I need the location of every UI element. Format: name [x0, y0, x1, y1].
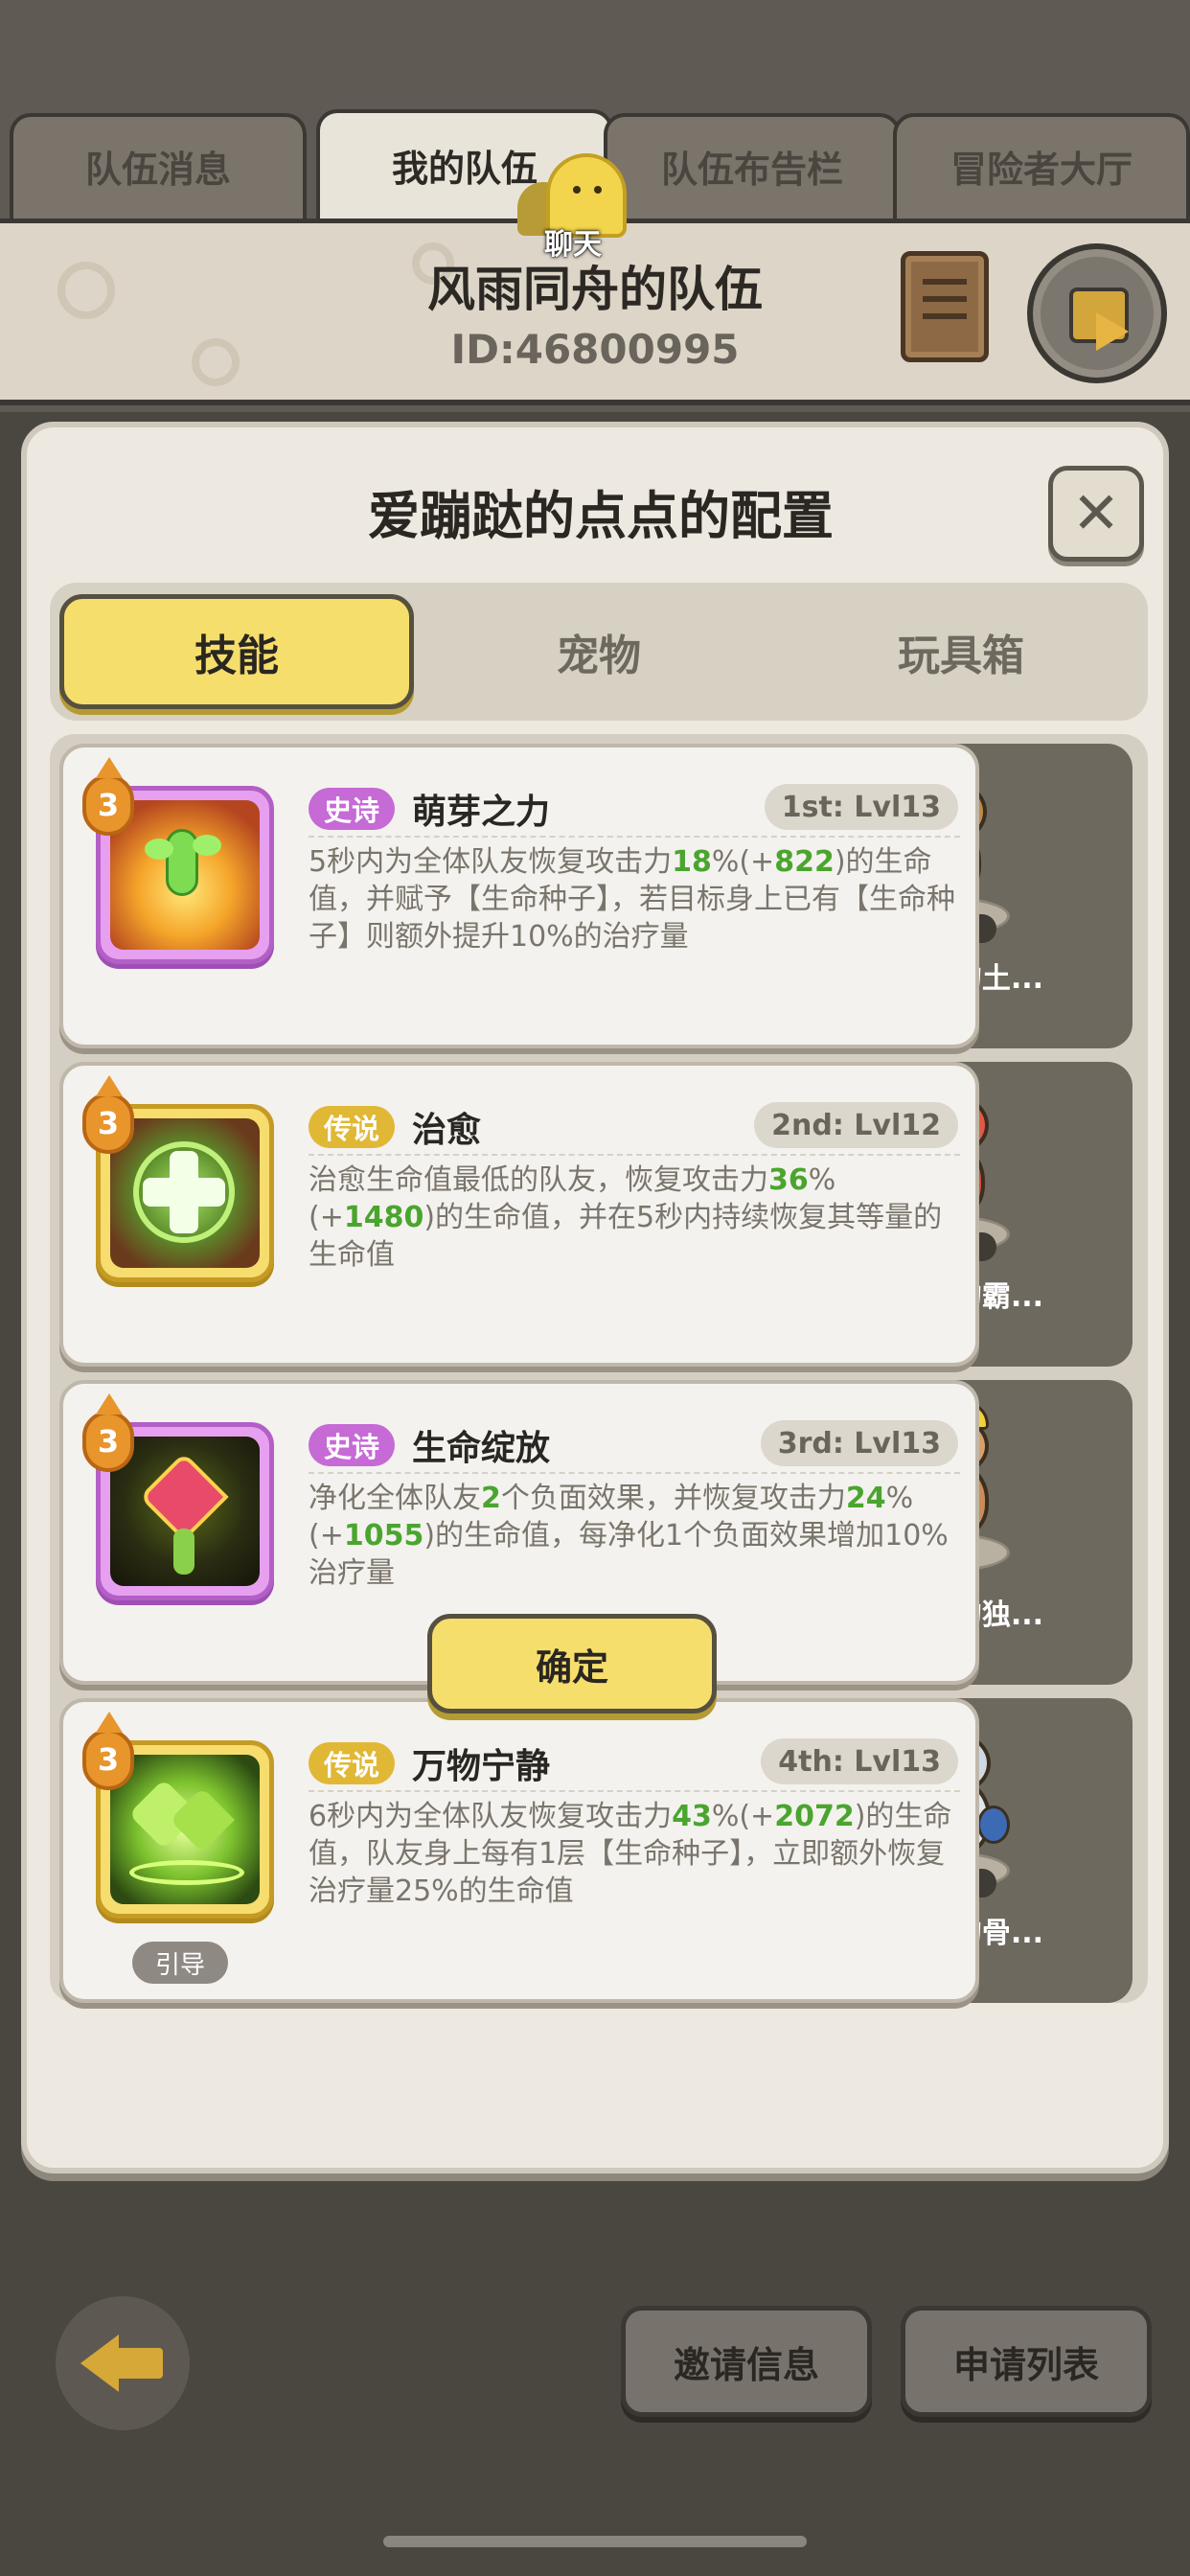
skill-card[interactable]: 3 传说 治愈 2nd: Lvl12 治愈生命值最低的队友，恢复攻击力36%(+… — [59, 1062, 979, 1367]
tranquil-hearts-icon — [110, 1755, 260, 1904]
scroll-icon[interactable] — [901, 251, 989, 362]
close-icon: ✕ — [1071, 480, 1121, 547]
rarity-tag: 传说 — [309, 1106, 396, 1148]
tab-team-board[interactable]: 队伍布告栏 — [604, 113, 901, 220]
back-arrow-icon[interactable] — [56, 2296, 190, 2430]
tab-pets[interactable]: 宠物 — [422, 594, 776, 709]
heart-flower-icon — [110, 1437, 260, 1586]
skill-description: 5秒内为全体队友恢复攻击力18%(+822)的生命值，并赋予【生命种子】，若目标… — [309, 845, 955, 954]
skill-name: 生命绽放 — [412, 1429, 551, 1468]
close-button[interactable]: ✕ — [1048, 466, 1144, 562]
exit-team-button[interactable] — [1027, 243, 1167, 383]
slot-level: 2nd: Lvl12 — [754, 1102, 958, 1148]
team-id: ID:46800995 — [450, 326, 740, 373]
skill-level-badge: 3 — [82, 1712, 134, 1790]
invite-info-button[interactable]: 邀请信息 — [621, 2306, 872, 2417]
rarity-tag: 史诗 — [309, 788, 396, 830]
skill-name: 萌芽之力 — [412, 793, 551, 832]
skill-list: 三件套 快乐的土... 3 史诗 萌芽之力 1st: Lvl13 5秒内为全体队… — [50, 734, 1148, 2003]
skill-row: 三件套 进击的霸... 3 传说 治愈 2nd: Lvl12 治愈生命值最低的队… — [59, 1062, 1138, 1367]
skill-description: 治愈生命值最低的队友，恢复攻击力36%(+1480)的生命值，并在5秒内持续恢复… — [309, 1163, 943, 1272]
skill-level-badge: 3 — [82, 757, 134, 836]
skill-row: 三件套 快乐的土... 3 史诗 萌芽之力 1st: Lvl13 5秒内为全体队… — [59, 744, 1138, 1048]
skill-level-badge: 3 — [82, 1393, 134, 1472]
skill-level-badge: 3 — [82, 1075, 134, 1154]
tab-team-messages[interactable]: 队伍消息 — [10, 113, 307, 220]
tab-toybox[interactable]: 玩具箱 — [784, 594, 1138, 709]
slot-level: 3rd: Lvl13 — [760, 1420, 958, 1466]
skill-card[interactable]: 3 引导 传说 万物宁静 4th: Lvl13 6秒内为全体队友恢复攻击力43%… — [59, 1698, 979, 2003]
home-indicator — [383, 2536, 807, 2547]
rarity-tag: 传说 — [309, 1742, 396, 1784]
team-name: 风雨同舟的队伍 — [427, 262, 763, 317]
rarity-tag: 史诗 — [309, 1424, 396, 1466]
slot-level: 4th: Lvl13 — [761, 1738, 958, 1784]
confirm-button[interactable]: 确定 — [427, 1614, 717, 1714]
config-panel: 爱蹦跶的点点的配置 ✕ 技能 宠物 玩具箱 三件套 快乐的土... — [21, 422, 1169, 2174]
tab-skills[interactable]: 技能 — [59, 594, 414, 709]
skill-description: 净化全体队友2个负面效果，并恢复攻击力24%(+1055)的生命值，每净化1个负… — [309, 1482, 949, 1590]
healing-cross-icon — [110, 1118, 260, 1268]
skill-card[interactable]: 3 史诗 萌芽之力 1st: Lvl13 5秒内为全体队友恢复攻击力18%(+8… — [59, 744, 979, 1048]
skill-name: 治愈 — [412, 1111, 482, 1150]
slot-level: 1st: Lvl13 — [764, 784, 958, 830]
skill-name: 万物宁静 — [412, 1747, 551, 1786]
tab-adventurer-hall[interactable]: 冒险者大厅 — [893, 113, 1190, 220]
sprout-icon — [110, 800, 260, 950]
panel-title: 爱蹦跶的点点的配置 — [368, 486, 834, 546]
apply-list-button[interactable]: 申请列表 — [901, 2306, 1152, 2417]
subtabs: 技能 宠物 玩具箱 — [50, 583, 1148, 721]
skill-description: 6秒内为全体队友恢复攻击力43%(+2072)的生命值，队友身上每有1层【生命种… — [309, 1800, 952, 1908]
skill-row: 三件套 困惑的骨... 3 引导 传说 万物宁静 4th: Lvl13 6秒内为… — [59, 1698, 1138, 2003]
guide-tag: 引导 — [132, 1942, 228, 1984]
